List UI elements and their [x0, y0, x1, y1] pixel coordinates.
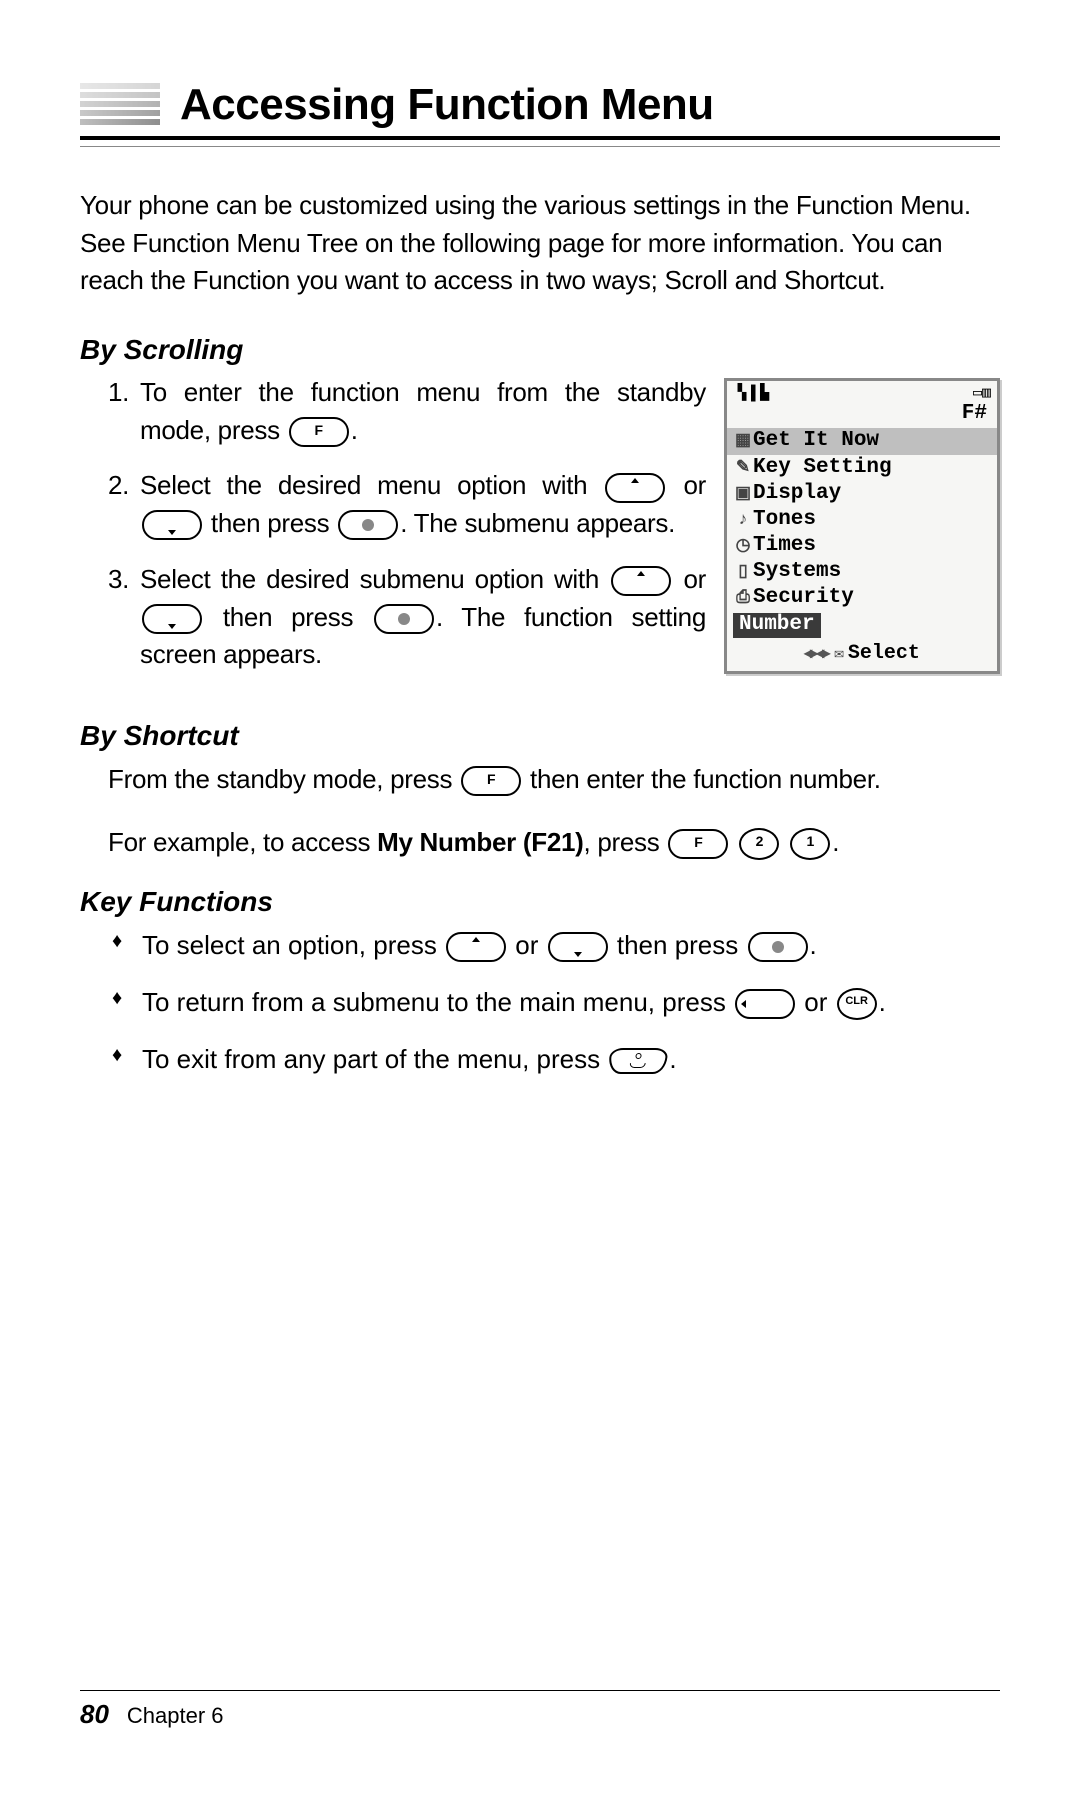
end-key-icon: [608, 1048, 669, 1074]
ok-key-icon: [374, 604, 434, 634]
phone-menu-item-label: Security: [753, 586, 854, 609]
page-title: Accessing Function Menu: [180, 80, 714, 130]
phone-menu-item-icon: ◷: [733, 535, 753, 555]
phone-softkey-bar: ◂▸◂▸ ✉Select: [727, 640, 997, 671]
battery-icon: ▭▥: [973, 385, 991, 402]
phone-menu-item: ◷Times: [727, 533, 997, 559]
phone-menu-item-label: Times: [753, 534, 816, 557]
clr-key-icon: CLR: [837, 988, 877, 1020]
phone-menu-item: ▯Systems: [727, 559, 997, 585]
one-key-icon: 1: [790, 828, 830, 860]
phone-fhash-label: F#: [727, 402, 997, 428]
up-key-icon: [605, 473, 665, 503]
scrolling-steps: To enter the function menu from the stan…: [80, 374, 706, 692]
phone-menu-item-icon: ▦: [733, 430, 753, 450]
f-key-icon: F: [461, 766, 521, 796]
phone-statusbar: ▝▖▌▙ ▭▥: [727, 381, 997, 402]
phone-menu-item: ⎙Security: [727, 585, 997, 611]
page-footer: 80 Chapter 6: [80, 1690, 1000, 1730]
phone-number-tag: Number: [733, 613, 821, 637]
phone-menu-item: ▦Get It Now: [727, 428, 997, 454]
up-key-icon: [446, 932, 506, 962]
f-key-icon: F: [668, 829, 728, 859]
shortcut-paragraph-1: From the standby mode, press F then ente…: [108, 760, 1000, 799]
down-key-icon: [548, 932, 608, 962]
phone-screen-mock: ▝▖▌▙ ▭▥ F# ▦Get It Now✎Key Setting▣Displ…: [724, 378, 1000, 674]
two-key-icon: 2: [739, 828, 779, 860]
phone-menu-item-icon: ▯: [733, 561, 753, 581]
scrolling-step-1: To enter the function menu from the stan…: [136, 374, 706, 449]
by-scrolling-heading: By Scrolling: [80, 334, 1000, 366]
phone-menu-item-label: Display: [753, 482, 841, 505]
phone-menu-item: ▣Display: [727, 481, 997, 507]
phone-menu-item-label: Systems: [753, 560, 841, 583]
nav-arrows-icon: ◂▸◂▸: [804, 645, 828, 663]
header-rule-thick: [80, 136, 1000, 140]
intro-paragraph: Your phone can be customized using the v…: [80, 187, 1000, 300]
phone-menu-item-icon: ✎: [733, 457, 753, 477]
by-shortcut-heading: By Shortcut: [80, 720, 1000, 752]
phone-number-row: Number: [733, 613, 991, 637]
signal-icon: ▝▖▌▙: [733, 385, 769, 402]
key-functions-heading: Key Functions: [80, 886, 1000, 918]
up-key-icon: [611, 566, 671, 596]
down-key-icon: [142, 510, 202, 540]
phone-softkey-label: Select: [848, 642, 920, 665]
phone-menu-item-icon: ⎙: [733, 587, 753, 607]
page-header: Accessing Function Menu: [80, 80, 1000, 130]
phone-menu-item-label: Get It Now: [753, 429, 879, 452]
ok-key-icon: [338, 510, 398, 540]
key-functions-item-1: To select an option, press or then press…: [108, 926, 1000, 965]
key-functions-item-2: To return from a submenu to the main men…: [108, 983, 1000, 1022]
footer-rule: [80, 1690, 1000, 1691]
envelope-icon: ✉: [834, 645, 844, 663]
f-key-icon: F: [289, 417, 349, 447]
header-stripes-icon: [80, 83, 160, 128]
scrolling-step-3: Select the desired submenu option with o…: [136, 561, 706, 674]
phone-menu-item: ✎Key Setting: [727, 455, 997, 481]
phone-menu-item-icon: ♪: [733, 509, 753, 529]
phone-menu-item-label: Tones: [753, 508, 816, 531]
phone-menu-item-label: Key Setting: [753, 456, 892, 479]
chapter-label: Chapter 6: [127, 1703, 224, 1728]
key-functions-item-3: To exit from any part of the menu, press…: [108, 1040, 1000, 1079]
key-functions-list: To select an option, press or then press…: [108, 926, 1000, 1079]
header-rule-thin: [80, 146, 1000, 147]
left-key-icon: [735, 989, 795, 1019]
shortcut-paragraph-2: For example, to access My Number (F21), …: [108, 823, 1000, 862]
page-number: 80: [80, 1699, 109, 1729]
ok-key-icon: [748, 932, 808, 962]
down-key-icon: [142, 604, 202, 634]
phone-menu-item-icon: ▣: [733, 483, 753, 503]
phone-menu-item: ♪Tones: [727, 507, 997, 533]
scrolling-step-2: Select the desired menu option with or t…: [136, 467, 706, 542]
